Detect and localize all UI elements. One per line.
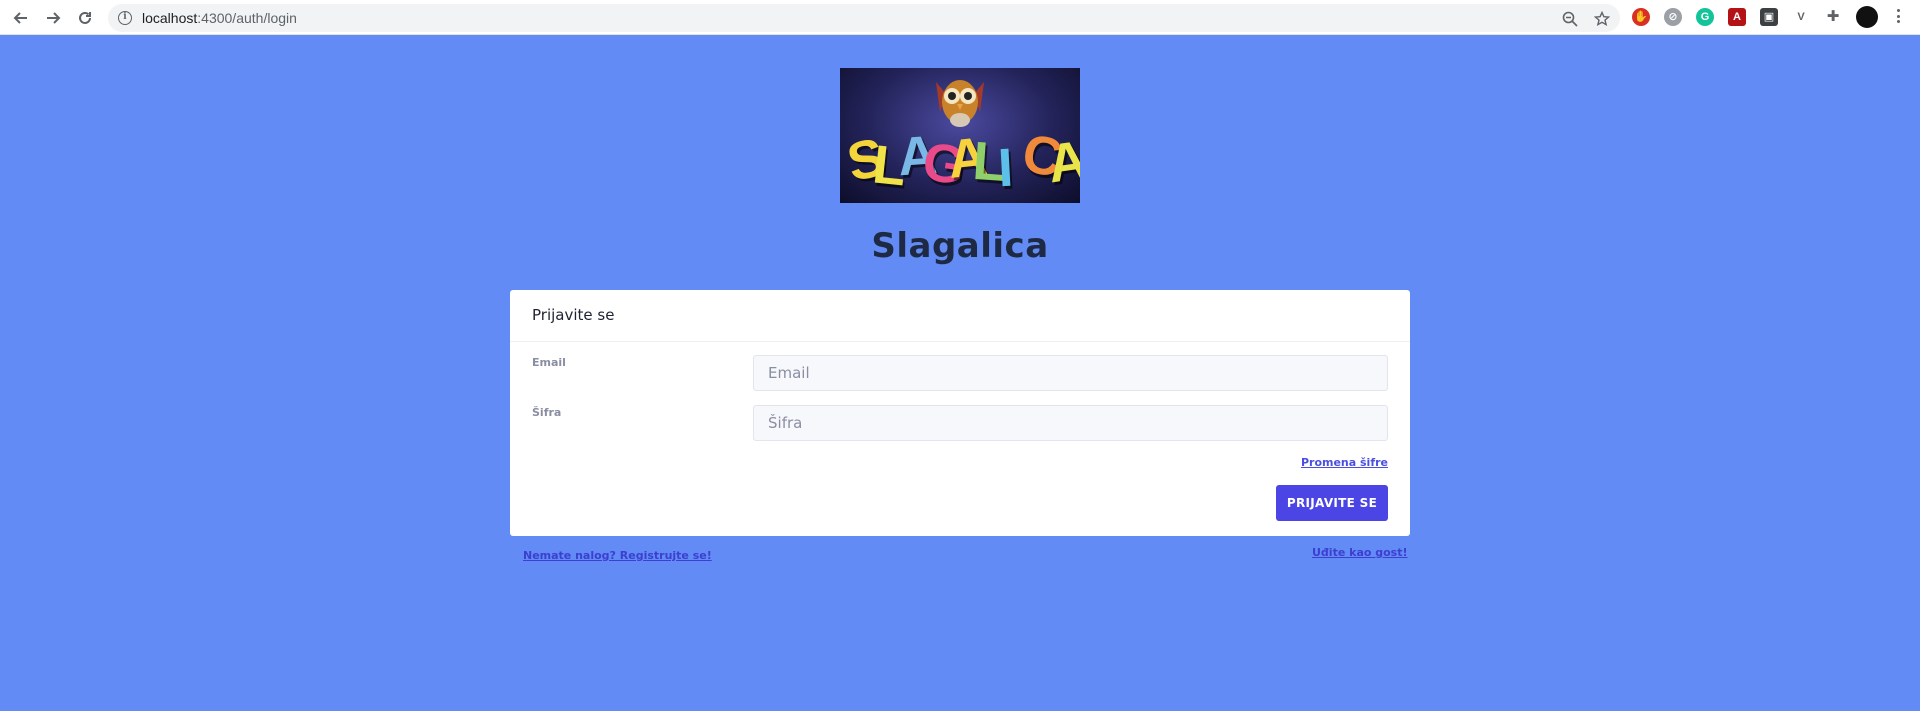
email-field[interactable] bbox=[753, 355, 1388, 391]
reload-icon[interactable] bbox=[72, 5, 98, 31]
login-card-heading: Prijavite se bbox=[510, 290, 1410, 342]
address-bar[interactable]: i localhost:4300/auth/login bbox=[108, 4, 1620, 32]
slagalica-logo-image: SLAGALICA bbox=[840, 68, 1080, 203]
page-title: Slagalica bbox=[871, 226, 1049, 266]
arrow-left-icon[interactable] bbox=[8, 5, 34, 31]
password-field[interactable] bbox=[753, 405, 1388, 441]
kebab-menu-icon[interactable] bbox=[1892, 7, 1904, 27]
password-label: Šifra bbox=[532, 406, 562, 419]
email-label: Email bbox=[532, 356, 566, 369]
zoom-out-icon[interactable] bbox=[1562, 11, 1578, 27]
info-icon[interactable]: i bbox=[118, 11, 132, 25]
adblock-extension-icon[interactable]: ✋ bbox=[1632, 8, 1650, 26]
grammarly-extension-icon[interactable]: G bbox=[1696, 8, 1714, 26]
arrow-right-icon[interactable] bbox=[40, 5, 66, 31]
url-text[interactable]: localhost:4300/auth/login bbox=[142, 4, 297, 32]
vue-devtools-extension-icon[interactable]: V bbox=[1792, 8, 1810, 26]
avatar[interactable] bbox=[1856, 6, 1878, 28]
star-icon[interactable] bbox=[1594, 11, 1610, 27]
pdf-extension-icon[interactable]: A bbox=[1728, 8, 1746, 26]
gray-extension-icon[interactable]: ⊘ bbox=[1664, 8, 1682, 26]
screen-capture-extension-icon[interactable]: ▣ bbox=[1760, 8, 1778, 26]
browser-toolbar: i localhost:4300/auth/login ✋ ⊘ G A ▣ V … bbox=[0, 0, 1920, 35]
login-button[interactable]: PRIJAVITE SE bbox=[1276, 485, 1388, 521]
change-password-link[interactable]: Promena šifre bbox=[1301, 456, 1388, 469]
guest-login-link[interactable]: Uđite kao gost! bbox=[1312, 546, 1408, 559]
puzzle-icon[interactable]: ✚ bbox=[1824, 8, 1842, 26]
logo-letters: SLAGALICA bbox=[840, 123, 1080, 199]
logo-letter: I bbox=[996, 137, 1015, 199]
owl-mascot-icon bbox=[936, 80, 984, 127]
register-link[interactable]: Nemate nalog? Registrujte se! bbox=[523, 549, 712, 562]
login-card: Prijavite se Email Šifra Promena šifre P… bbox=[510, 290, 1410, 536]
